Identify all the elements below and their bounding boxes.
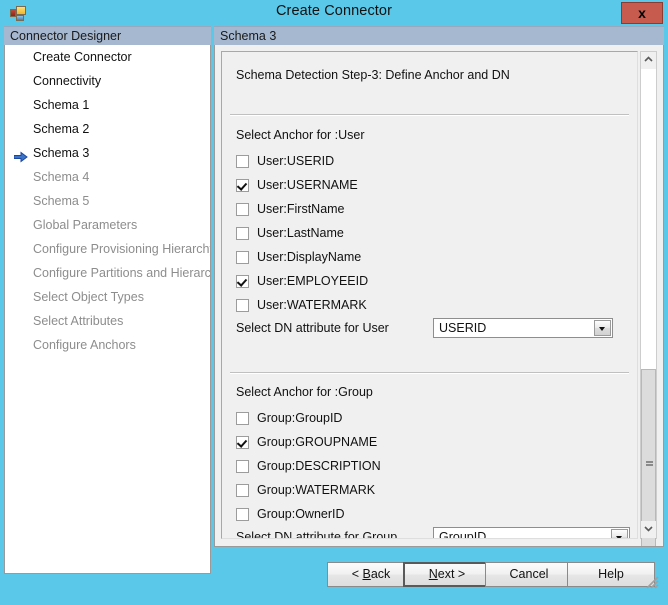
divider-top	[230, 114, 629, 116]
title-bar: Create Connector x	[0, 0, 668, 26]
sidebar-item-select-object-types[interactable]: Select Object Types	[5, 285, 210, 309]
sidebar-item-configure-anchors[interactable]: Configure Anchors	[5, 333, 210, 357]
dialog-button-bar: < Back Next > Cancel Help	[4, 553, 664, 593]
sidebar-item-label: Global Parameters	[33, 218, 138, 232]
checkbox-label: User:WATERMARK	[257, 298, 367, 312]
user-dn-label: Select DN attribute for User	[236, 321, 389, 335]
checkbox-label: User:LastName	[257, 226, 344, 240]
group-dn-label: Select DN attribute for Group	[236, 530, 398, 539]
sidebar-item-label: Schema 1	[33, 98, 90, 112]
checkbox-box[interactable]	[236, 508, 249, 521]
vertical-scrollbar[interactable]	[640, 51, 657, 546]
sidebar-item-schema-2[interactable]: Schema 2	[5, 117, 210, 141]
close-button[interactable]: x	[621, 2, 663, 24]
next-button[interactable]: Next >	[403, 562, 491, 587]
chevron-down-icon[interactable]	[594, 320, 611, 336]
main-panel-header: Schema 3	[214, 26, 664, 45]
group-dn-combobox[interactable]: GroupID	[433, 527, 630, 539]
sidebar-item-schema-5[interactable]: Schema 5	[5, 189, 210, 213]
user-anchor-label: Select Anchor for :User	[236, 128, 365, 142]
sidebar-item-schema-4[interactable]: Schema 4	[5, 165, 210, 189]
checkbox-box[interactable]	[236, 299, 249, 312]
checkbox-box[interactable]	[236, 484, 249, 497]
sidebar-item-label: Schema 5	[33, 194, 90, 208]
sidebar-item-label: Select Object Types	[33, 290, 144, 304]
group-anchor-label: Select Anchor for :Group	[236, 385, 373, 399]
chevron-up-icon	[644, 56, 653, 62]
window-title: Create Connector	[275, 3, 393, 19]
checkbox-label: Group:DESCRIPTION	[257, 459, 381, 473]
sidebar-item-label: Configure Partitions and Hierarchies	[33, 266, 211, 280]
next-button-label: Next >	[428, 567, 466, 581]
sidebar-item-label: Connectivity	[33, 74, 102, 88]
user-dn-combobox[interactable]: USERID	[433, 318, 613, 338]
divider-middle	[230, 372, 629, 374]
group-dn-value: GroupID	[439, 530, 487, 539]
checkbox-label: Group:OwnerID	[257, 507, 345, 521]
checkbox-label: User:USERID	[257, 154, 335, 168]
checkbox-box[interactable]	[236, 436, 249, 449]
sidebar-item-connectivity[interactable]: Connectivity	[5, 69, 210, 93]
checkbox-box[interactable]	[236, 179, 249, 192]
sidebar-item-label: Select Attributes	[33, 314, 124, 328]
checkbox-label: Group:GroupID	[257, 411, 343, 425]
checkbox-box[interactable]	[236, 203, 249, 216]
sidebar-item-schema-1[interactable]: Schema 1	[5, 93, 210, 117]
sidebar-item-configure-provisioning-hierarchy[interactable]: Configure Provisioning Hierarchy	[5, 237, 210, 261]
checkbox-box[interactable]	[236, 275, 249, 288]
sidebar-item-schema-3[interactable]: Schema 3	[5, 141, 210, 165]
help-button[interactable]: Help	[567, 562, 655, 587]
chevron-down-icon[interactable]	[611, 529, 628, 538]
sidebar-item-label: Create Connector	[33, 50, 132, 64]
sidebar-item-configure-partitions-and-hierarchies[interactable]: Configure Partitions and Hierarchies	[5, 261, 210, 285]
scroll-down-button[interactable]	[641, 521, 656, 538]
checkbox-label: User:DisplayName	[257, 250, 362, 264]
sidebar-item-label: Schema 3	[33, 146, 90, 160]
chevron-down-icon	[644, 526, 653, 532]
scrollbar-grip-icon	[646, 461, 653, 469]
create-connector-window: Create Connector x Connector Designer Cr…	[0, 0, 668, 605]
checkbox-box[interactable]	[236, 460, 249, 473]
sidebar-item-label: Schema 4	[33, 170, 90, 184]
back-button-label: < Back	[351, 567, 391, 581]
checkbox-label: Group:GROUPNAME	[257, 435, 378, 449]
checkbox-box[interactable]	[236, 412, 249, 425]
scroll-up-button[interactable]	[641, 52, 656, 69]
schema-content-box: Schema Detection Step-3: Define Anchor a…	[214, 45, 664, 547]
sidebar-item-global-parameters[interactable]: Global Parameters	[5, 213, 210, 237]
user-dn-value: USERID	[439, 321, 487, 335]
sidebar-item-select-attributes[interactable]: Select Attributes	[5, 309, 210, 333]
current-step-arrow-icon	[13, 147, 28, 163]
checkbox-box[interactable]	[236, 155, 249, 168]
checkbox-box[interactable]	[236, 251, 249, 264]
schema-scroll-pane: Schema Detection Step-3: Define Anchor a…	[221, 51, 638, 539]
sidebar-nav-list[interactable]: Create Connector Connectivity Schema 1 S…	[4, 45, 211, 574]
checkbox-label: Group:WATERMARK	[257, 483, 376, 497]
step-title: Schema Detection Step-3: Define Anchor a…	[236, 68, 510, 82]
checkbox-label: User:USERNAME	[257, 178, 358, 192]
cancel-button[interactable]: Cancel	[485, 562, 573, 587]
sidebar-header: Connector Designer	[4, 26, 211, 45]
scrollbar-track[interactable]	[641, 69, 656, 546]
connector-designer-panel: Connector Designer Create Connector Conn…	[4, 26, 211, 574]
checkbox-label: User:EMPLOYEEID	[257, 274, 369, 288]
checkbox-box[interactable]	[236, 227, 249, 240]
sidebar-item-label: Schema 2	[33, 122, 90, 136]
sidebar-item-label: Configure Anchors	[33, 338, 136, 352]
checkbox-label: User:FirstName	[257, 202, 345, 216]
schema-panel: Schema 3 Schema Detection Step-3: Define…	[214, 26, 664, 547]
back-button[interactable]: < Back	[327, 562, 415, 587]
sidebar-item-label: Configure Provisioning Hierarchy	[33, 242, 211, 256]
resize-grip-icon[interactable]	[645, 575, 659, 589]
sidebar-item-create-connector[interactable]: Create Connector	[5, 45, 210, 69]
